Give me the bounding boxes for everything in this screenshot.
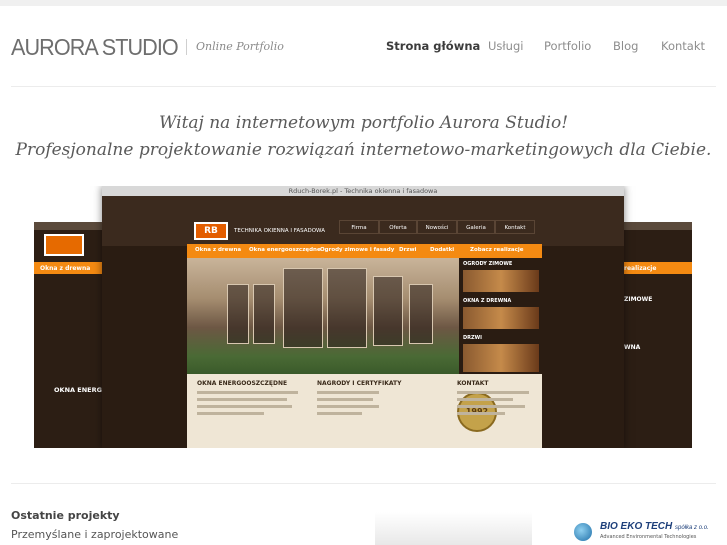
- preview-menu-item: Okna z drewna: [195, 247, 242, 253]
- preview-nav-item: Firma: [339, 220, 379, 234]
- project-thumbnail[interactable]: [375, 512, 532, 545]
- preview-title-bar: Rduch-Borek.pl - Technika okienna i fasa…: [102, 186, 624, 196]
- preview-logo: [44, 234, 84, 256]
- site-header: AURORA STUDIO Online Portfolio Strona gł…: [0, 6, 727, 86]
- preview-thumb-label: OKNA Z DREWNA: [463, 298, 512, 304]
- client-logo-bioekotech[interactable]: BIO EKO TECH spółka z o.o. Advanced Envi…: [574, 521, 724, 545]
- client-suffix: spółka z o.o.: [675, 525, 709, 531]
- preview-menu-item: Okna energooszczędne: [249, 247, 321, 253]
- intro-text: Witaj na internetowym portfolio Aurora S…: [0, 110, 727, 164]
- preview-menu-item: Zobacz realizacje: [470, 247, 524, 253]
- preview-site-logo: RB: [194, 222, 228, 240]
- preview-nav-item: Kontakt: [495, 220, 535, 234]
- site-logo[interactable]: AURORA STUDIO: [11, 34, 179, 61]
- preview-menu-item: Ogrody zimowe i fasady: [320, 247, 395, 253]
- preview-site-tagline: TECHNIKA OKIENNA I FASADOWA: [234, 228, 325, 234]
- site-tagline: Online Portfolio: [196, 40, 284, 53]
- preview-nav-item: Nowości: [417, 220, 457, 234]
- nav-home[interactable]: Strona główna: [386, 39, 480, 53]
- nav-blog[interactable]: Blog: [613, 39, 638, 53]
- intro-line-1: Witaj na internetowym portfolio Aurora S…: [158, 113, 569, 133]
- portfolio-slider[interactable]: Okna z drewna OKNA ENERGOO realizacje ZI…: [34, 186, 692, 448]
- nav-portfolio[interactable]: Portfolio: [544, 39, 591, 53]
- preview-right-menu: realizacje: [624, 265, 657, 272]
- preview-right-label-2: WNA: [624, 344, 641, 351]
- preview-left-menu: Okna z drewna: [40, 265, 91, 272]
- header-divider: [11, 86, 716, 87]
- client-subtitle: Advanced Environmental Technologies: [600, 534, 697, 540]
- preview-hero-photo: [187, 258, 459, 374]
- preview-col-heading: NAGRODY I CERTYFIKATY: [317, 380, 402, 387]
- recent-projects-title: Ostatnie projekty: [11, 509, 120, 522]
- nav-contact[interactable]: Kontakt: [661, 39, 705, 53]
- preview-orange-menu: Okna z drewna Okna energooszczędne Ogrod…: [187, 244, 542, 258]
- preview-thumb-label: DRZWI: [463, 335, 483, 341]
- preview-right-label-1: ZIMOWE: [624, 296, 653, 303]
- preview-col-heading: OKNA ENERGOOSZCZĘDNE: [197, 380, 288, 387]
- recent-projects-subtitle: Przemyślane i zaprojektowane: [11, 528, 179, 541]
- preview-thumbnails: OGRODY ZIMOWE OKNA Z DREWNA DRZWI: [461, 258, 541, 374]
- content-divider: [11, 483, 716, 484]
- preview-thumb-label: OGRODY ZIMOWE: [463, 261, 513, 267]
- preview-nav-item: Galeria: [457, 220, 495, 234]
- globe-icon: [574, 523, 592, 541]
- preview-nav-item: Oferta: [379, 220, 417, 234]
- nav-services[interactable]: Usługi: [488, 39, 523, 53]
- intro-line-2: Profesjonalne projektowanie rozwiązań in…: [15, 140, 712, 160]
- preview-menu-item: Dodatki: [430, 247, 455, 253]
- client-name: BIO EKO TECH: [600, 521, 673, 532]
- logo-divider: [186, 39, 187, 55]
- slide-main-preview[interactable]: Rduch-Borek.pl - Technika okienna i fasa…: [102, 186, 624, 448]
- preview-menu-item: Drzwi: [399, 247, 417, 253]
- preview-col-heading: KONTAKT: [457, 380, 489, 387]
